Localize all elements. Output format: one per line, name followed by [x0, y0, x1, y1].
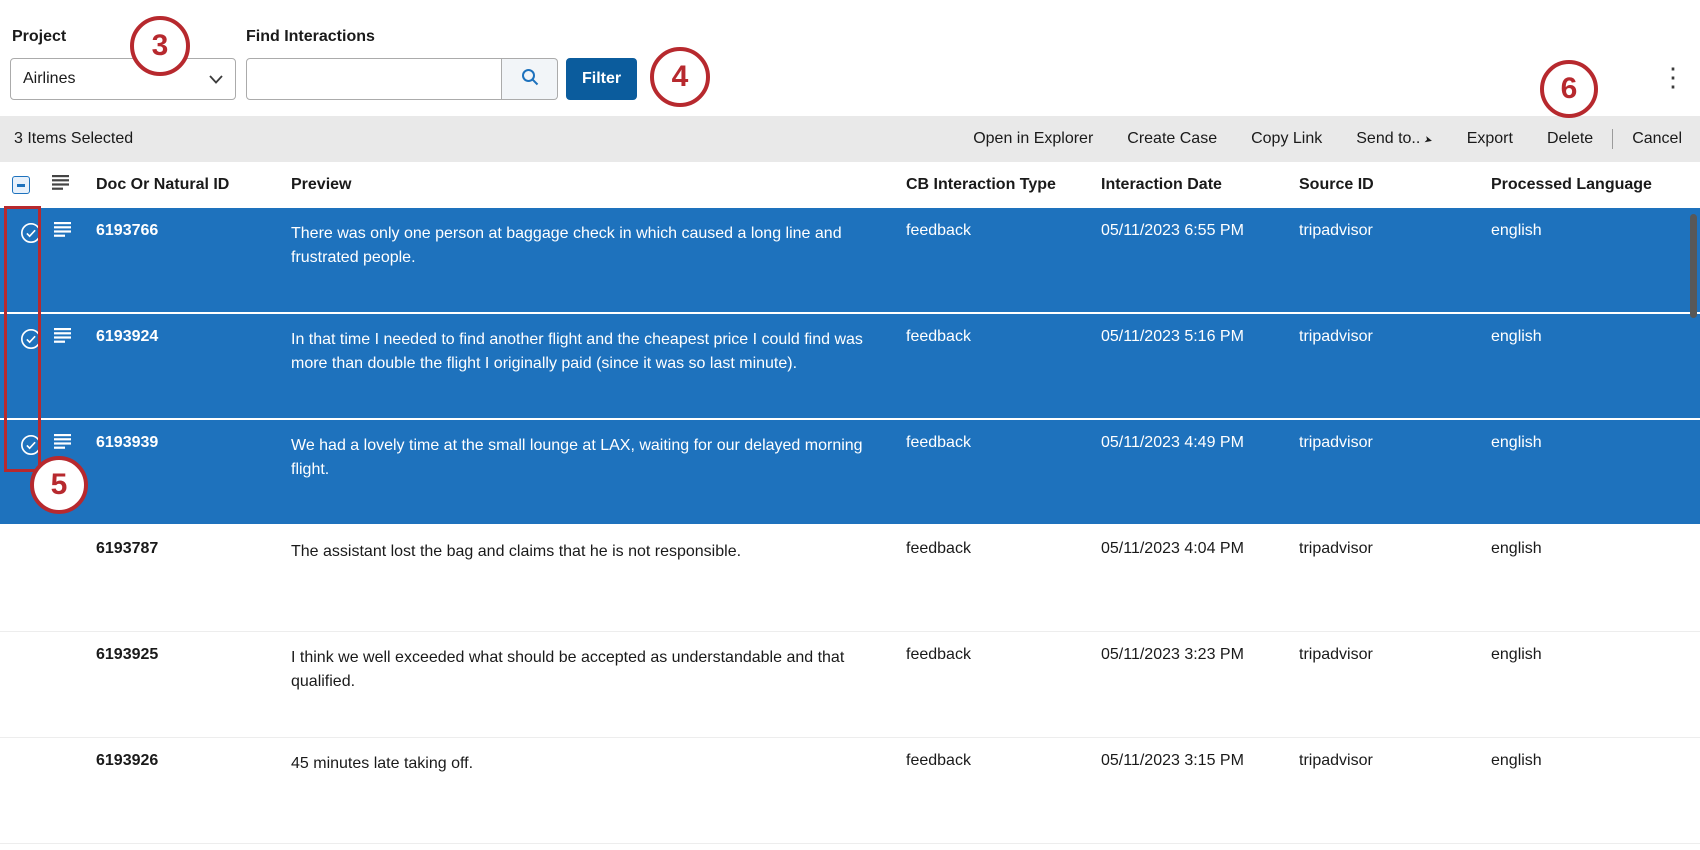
- action-create-case[interactable]: Create Case: [1110, 130, 1234, 148]
- find-interactions-group: [246, 58, 558, 100]
- row-language: english: [1481, 752, 1700, 770]
- selection-action-bar: 3 Items Selected Open in ExplorerCreate …: [0, 116, 1700, 162]
- row-preview: In that time I needed to find another fl…: [281, 328, 896, 376]
- row-type: feedback: [896, 540, 1091, 558]
- action-bar-actions: Open in ExplorerCreate CaseCopy LinkSend…: [956, 129, 1686, 149]
- filter-button[interactable]: Filter: [566, 58, 637, 100]
- annotation-circle-5: 5: [30, 456, 88, 514]
- table-row[interactable]: 6193925 I think we well exceeded what sh…: [0, 632, 1700, 738]
- row-language: english: [1481, 222, 1700, 240]
- annotation-circle-3: 3: [130, 16, 190, 76]
- search-input[interactable]: [246, 58, 502, 100]
- project-select[interactable]: Airlines: [10, 58, 236, 100]
- row-id: 6193925: [86, 646, 281, 664]
- action-delete[interactable]: Delete: [1530, 130, 1610, 148]
- row-type: feedback: [896, 434, 1091, 452]
- row-selected-check-icon[interactable]: [20, 434, 42, 456]
- row-preview: There was only one person at baggage che…: [281, 222, 896, 270]
- search-button[interactable]: [502, 58, 558, 100]
- row-id: 6193787: [86, 540, 281, 558]
- table-row[interactable]: 6193939 We had a lovely time at the smal…: [0, 420, 1700, 526]
- column-header-source-id: Source ID: [1289, 176, 1481, 194]
- action-copy-link[interactable]: Copy Link: [1234, 130, 1339, 148]
- row-source: tripadvisor: [1289, 540, 1481, 558]
- action-export[interactable]: Export: [1450, 130, 1530, 148]
- row-date: 05/11/2023 5:16 PM: [1091, 328, 1289, 346]
- row-date: 05/11/2023 6:55 PM: [1091, 222, 1289, 240]
- column-header-interaction-date: Interaction Date: [1091, 176, 1289, 194]
- row-preview: The assistant lost the bag and claims th…: [281, 540, 896, 564]
- row-menu-icon[interactable]: [54, 328, 72, 343]
- selected-count: 3 Items Selected: [14, 130, 133, 148]
- row-menu-icon[interactable]: [54, 222, 72, 237]
- row-id: 6193766: [86, 222, 281, 240]
- overflow-menu-button[interactable]: ⋮: [1656, 56, 1690, 98]
- table-header: Doc Or Natural ID Preview CB Interaction…: [0, 162, 1700, 208]
- row-language: english: [1481, 434, 1700, 452]
- row-selected-check-icon[interactable]: [20, 222, 42, 244]
- kebab-icon: ⋮: [1660, 62, 1686, 93]
- row-preview: I think we well exceeded what should be …: [281, 646, 896, 694]
- top-toolbar: Project Airlines Find Interactions Filte…: [0, 0, 1700, 116]
- table-body: 6193766 There was only one person at bag…: [0, 208, 1700, 844]
- row-source: tripadvisor: [1289, 434, 1481, 452]
- row-type: feedback: [896, 222, 1091, 240]
- table-row[interactable]: 6193766 There was only one person at bag…: [0, 208, 1700, 314]
- column-header-processed-language: Processed Language: [1481, 176, 1700, 194]
- row-date: 05/11/2023 3:15 PM: [1091, 752, 1289, 770]
- row-type: feedback: [896, 752, 1091, 770]
- row-source: tripadvisor: [1289, 328, 1481, 346]
- row-date: 05/11/2023 3:23 PM: [1091, 646, 1289, 664]
- table-row[interactable]: 6193926 45 minutes late taking off. feed…: [0, 738, 1700, 844]
- annotation-circle-4: 4: [650, 47, 710, 107]
- action-open-in-explorer[interactable]: Open in Explorer: [956, 130, 1110, 148]
- row-id: 6193939: [86, 434, 281, 452]
- row-selected-check-icon[interactable]: [20, 328, 42, 350]
- row-preview: We had a lovely time at the small lounge…: [281, 434, 896, 482]
- send-to-arrow-icon: ➤: [1423, 134, 1434, 147]
- row-language: english: [1481, 328, 1700, 346]
- action-send-to[interactable]: Send to..➤: [1339, 130, 1449, 148]
- column-header-preview: Preview: [281, 176, 896, 194]
- table-row[interactable]: 6193924 In that time I needed to find an…: [0, 314, 1700, 420]
- row-language: english: [1481, 646, 1700, 664]
- row-date: 05/11/2023 4:49 PM: [1091, 434, 1289, 452]
- select-all-checkbox[interactable]: [12, 176, 30, 194]
- action-cancel[interactable]: Cancel: [1615, 130, 1686, 148]
- chevron-down-icon: [209, 75, 223, 84]
- row-preview: 45 minutes late taking off.: [281, 752, 896, 776]
- action-divider: [1612, 129, 1613, 149]
- project-label: Project: [12, 28, 66, 46]
- row-date: 05/11/2023 4:04 PM: [1091, 540, 1289, 558]
- column-header-doc-id: Doc Or Natural ID: [86, 176, 281, 194]
- row-type: feedback: [896, 646, 1091, 664]
- table-row[interactable]: 6193787 The assistant lost the bag and c…: [0, 526, 1700, 632]
- project-select-value: Airlines: [23, 70, 75, 88]
- find-interactions-label: Find Interactions: [246, 28, 375, 46]
- row-id: 6193924: [86, 328, 281, 346]
- header-menu-icon[interactable]: [52, 175, 70, 195]
- column-header-interaction-type: CB Interaction Type: [896, 176, 1091, 194]
- row-source: tripadvisor: [1289, 646, 1481, 664]
- annotation-circle-6: 6: [1540, 60, 1598, 118]
- row-language: english: [1481, 540, 1700, 558]
- vertical-scrollbar-thumb[interactable]: [1690, 214, 1697, 318]
- row-source: tripadvisor: [1289, 222, 1481, 240]
- row-menu-icon[interactable]: [54, 434, 72, 449]
- search-icon: [521, 68, 539, 91]
- row-type: feedback: [896, 328, 1091, 346]
- row-id: 6193926: [86, 752, 281, 770]
- row-source: tripadvisor: [1289, 752, 1481, 770]
